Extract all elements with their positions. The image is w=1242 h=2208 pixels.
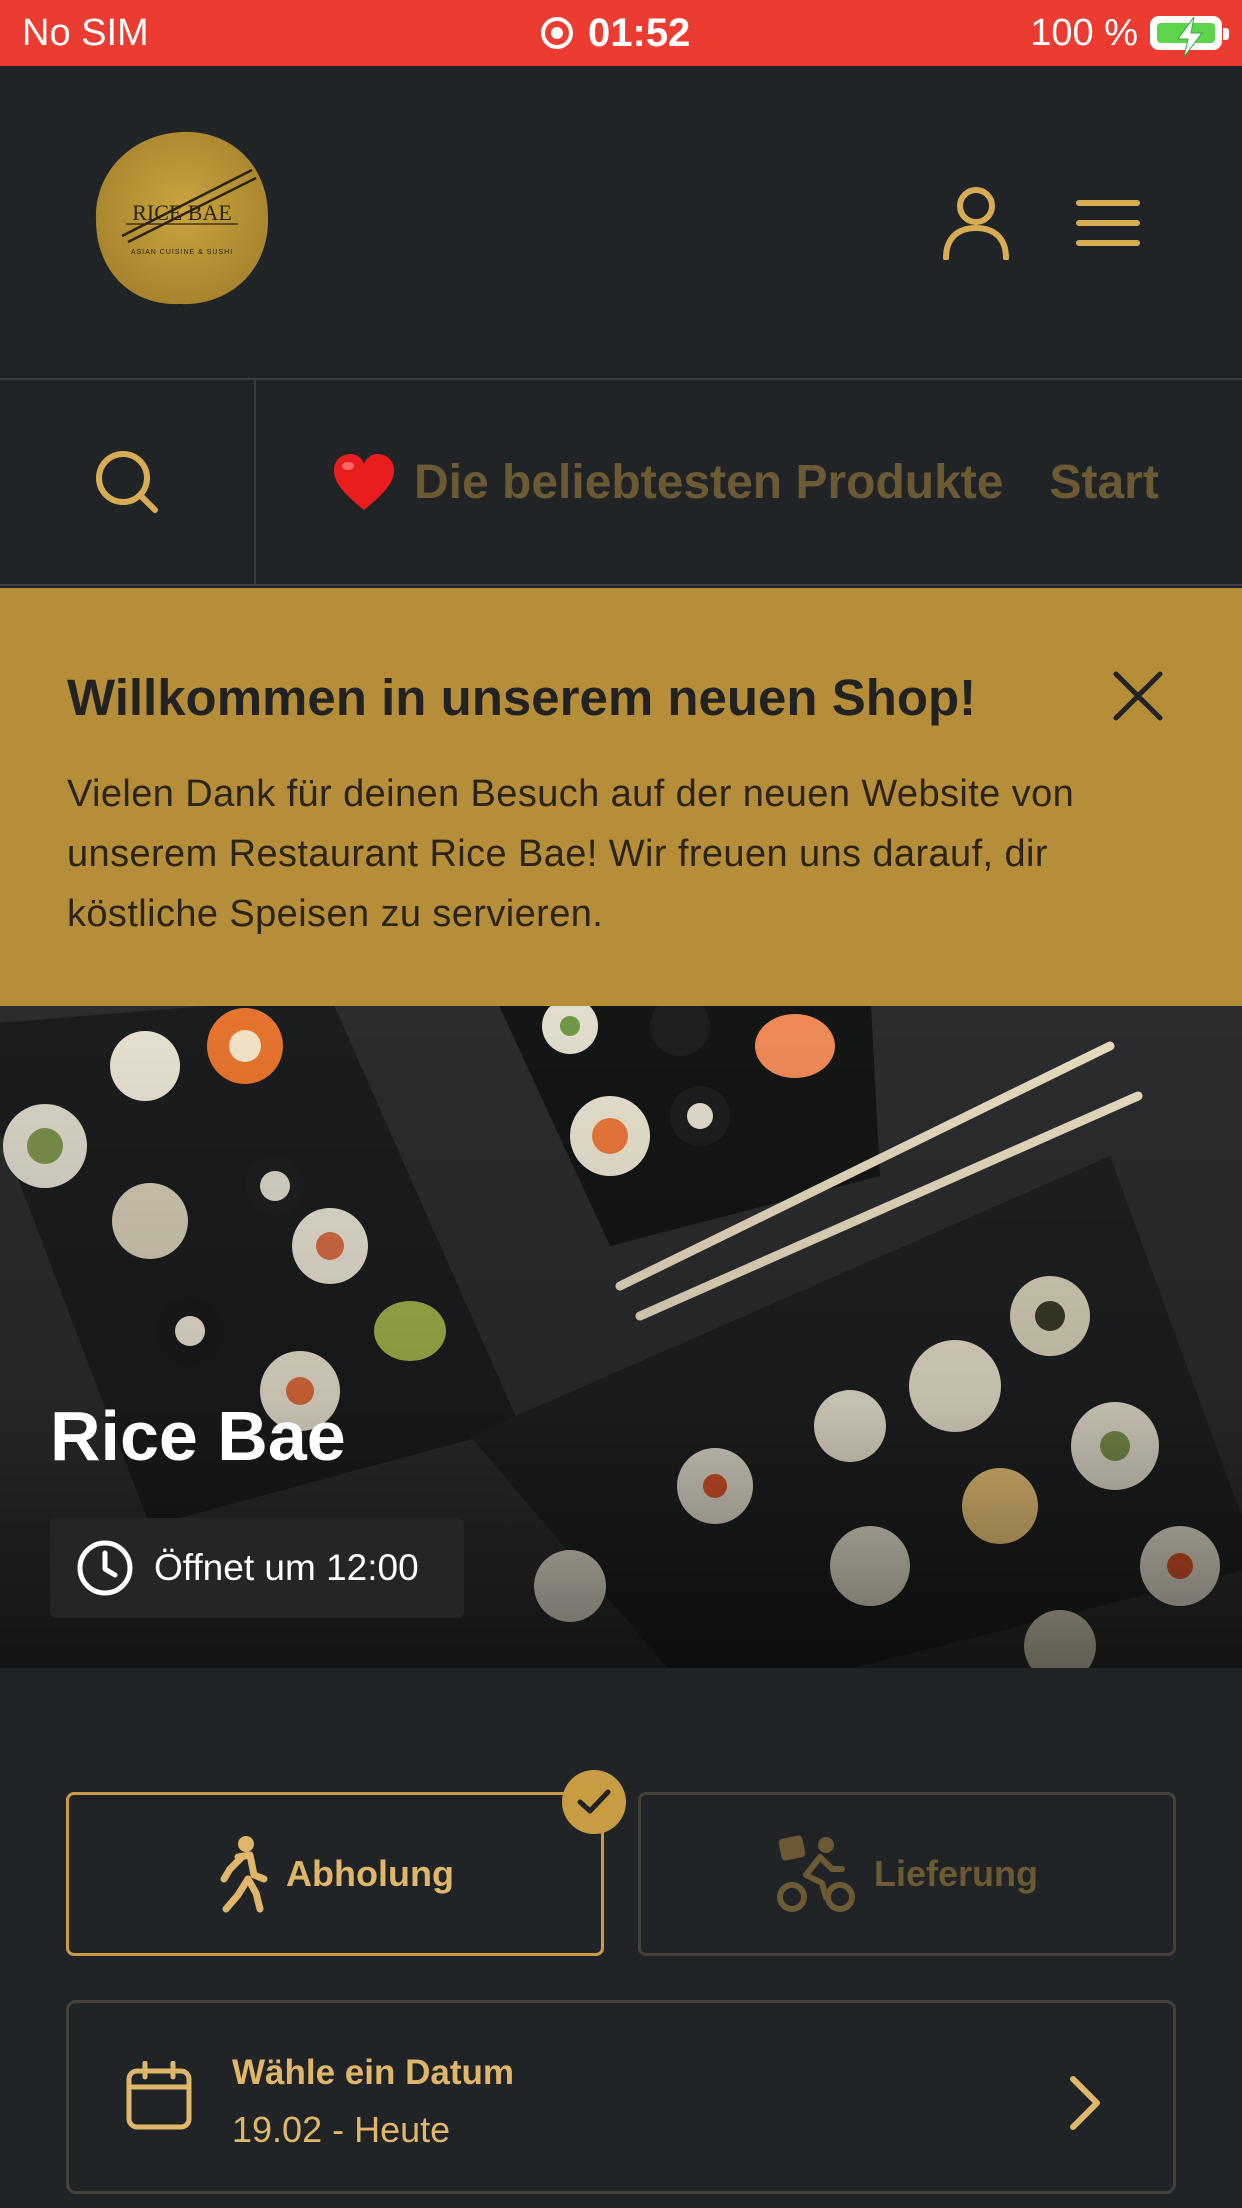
selected-check-badge: [562, 1770, 626, 1834]
user-icon[interactable]: [940, 184, 1012, 260]
opening-hours-chip: Öffnet um 12:00: [50, 1518, 464, 1618]
rice-bae-logo[interactable]: RICE BAE ASIAN CUISINE & SUSHI: [92, 128, 272, 308]
chevron-right-icon: [1070, 2076, 1100, 2130]
nav-item-start[interactable]: Start: [1049, 455, 1158, 510]
delivery-label: Lieferung: [873, 1853, 1038, 1894]
banner-text: Vielen Dank für deinen Besuch auf der ne…: [67, 773, 1075, 935]
logo-text: RICE BAE: [132, 200, 232, 225]
nav-item-label: Start: [1049, 455, 1159, 509]
delivery-option[interactable]: Lieferung: [638, 1792, 1176, 1956]
clock-icon: [77, 1540, 133, 1596]
screen-record-icon: [541, 17, 573, 49]
status-time: 01:52: [540, 0, 690, 66]
site-header: RICE BAE ASIAN CUISINE & SUSHI: [0, 66, 1242, 378]
welcome-banner: Willkommen in unserem neuen Shop! Vielen…: [0, 588, 1242, 1006]
opening-hours-label: Öffnet um 12:00: [154, 1547, 419, 1588]
search-button[interactable]: [0, 380, 256, 584]
logo-subtitle: ASIAN CUISINE & SUSHI: [131, 249, 233, 256]
close-icon[interactable]: [1110, 668, 1166, 724]
carrier-label: No SIM: [22, 12, 149, 54]
menu-icon[interactable]: [1076, 198, 1140, 248]
pickup-label: Abholung: [286, 1853, 454, 1894]
time-label: 01:52: [588, 10, 691, 55]
banner-title: Willkommen in unserem neuen Shop!: [67, 669, 977, 726]
date-picker[interactable]: Wähle ein Datum 19.02 - Heute: [66, 2000, 1176, 2194]
nav-items: Die beliebtesten Produkte Start: [332, 380, 1159, 584]
checkmark-icon: [577, 1789, 611, 1814]
category-nav: Die beliebtesten Produkte Start: [0, 378, 1242, 586]
walking-person-icon: [220, 1836, 268, 1913]
nav-item-label: Die beliebtesten Produkte: [414, 455, 1004, 509]
date-picker-title: Wähle ein Datum: [232, 2053, 514, 2092]
nav-item-popular[interactable]: Die beliebtesten Produkte: [332, 452, 1003, 512]
date-picker-value: 19.02 - Heute: [232, 2109, 451, 2150]
battery-icon: [1150, 16, 1229, 57]
status-bar: No SIM 01:52 100 %: [0, 0, 1242, 66]
heart-icon: [334, 454, 394, 510]
restaurant-name: Rice Bae: [50, 1397, 346, 1475]
calendar-icon: [126, 2061, 192, 2130]
delivery-bike-icon: [776, 1835, 855, 1912]
battery-percent: 100 %: [1030, 11, 1138, 54]
hero-section: Rice Bae Öffnet um 12:00: [0, 1006, 1242, 1668]
search-icon: [96, 451, 158, 513]
battery-status: 100 %: [1030, 0, 1229, 66]
pickup-option[interactable]: Abholung: [66, 1792, 604, 1956]
